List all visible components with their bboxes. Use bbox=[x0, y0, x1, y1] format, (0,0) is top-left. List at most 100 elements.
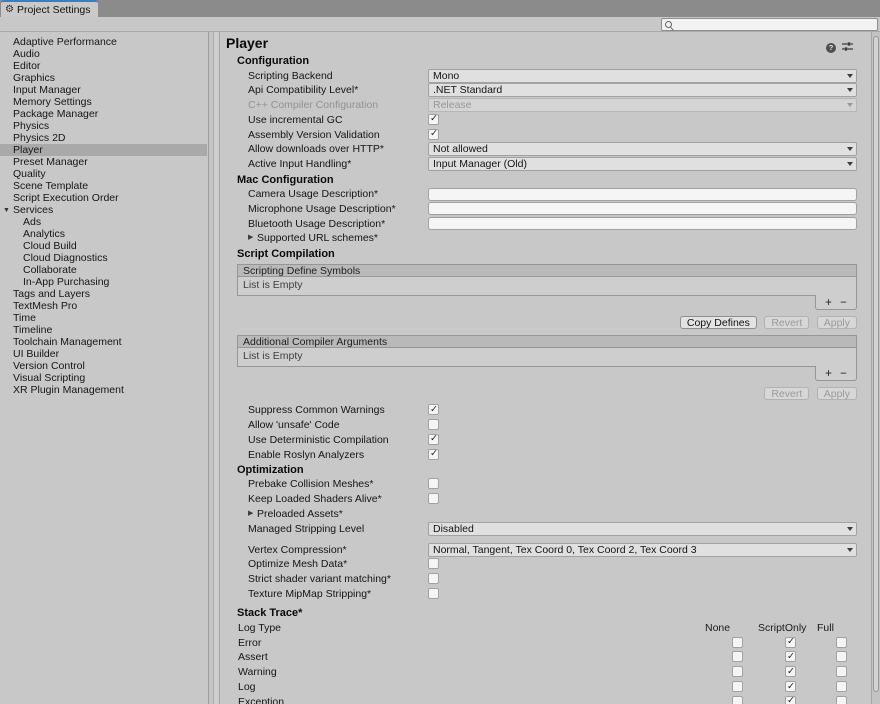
microphone-usage-description-input[interactable] bbox=[428, 202, 857, 215]
dropdown-arrow-icon bbox=[847, 548, 853, 552]
texture-mipmap-stripping-checkbox[interactable] bbox=[428, 588, 439, 599]
revert-button[interactable]: Revert bbox=[764, 387, 809, 400]
optimize-mesh-data-checkbox[interactable] bbox=[428, 558, 439, 569]
list-add-remove-box: +− bbox=[815, 295, 857, 310]
sidebar-item-tags-and-layers[interactable]: Tags and Layers bbox=[0, 288, 207, 300]
stacktrace-exception-scriptonly-checkbox[interactable] bbox=[785, 696, 796, 704]
sidebar-item-physics-2d[interactable]: Physics 2D bbox=[0, 132, 207, 144]
managed-stripping-level-dropdown[interactable]: Disabled bbox=[428, 522, 857, 536]
foldout-triangle-icon[interactable]: ▶ bbox=[248, 233, 253, 241]
allow-unsafe-code-checkbox[interactable] bbox=[428, 419, 439, 430]
setting-label: Allow 'unsafe' Code bbox=[248, 419, 340, 431]
sidebar-item-collaborate[interactable]: Collaborate bbox=[0, 264, 207, 276]
sidebar-item-visual-scripting[interactable]: Visual Scripting bbox=[0, 372, 207, 384]
sidebar-item-preset-manager[interactable]: Preset Manager bbox=[0, 156, 207, 168]
cpp-compiler-configuration-dropdown: Release bbox=[428, 98, 857, 112]
setting-row: Enable Roslyn Analyzers bbox=[221, 447, 871, 462]
sidebar-item-time[interactable]: Time bbox=[0, 312, 207, 324]
foldout-triangle-icon[interactable]: ▶ bbox=[248, 509, 253, 517]
prebake-collision-meshes-checkbox[interactable] bbox=[428, 478, 439, 489]
remove-button[interactable]: − bbox=[836, 297, 851, 310]
active-input-handling-dropdown[interactable]: Input Manager (Old) bbox=[428, 157, 857, 171]
keep-loaded-shaders-alive-checkbox[interactable] bbox=[428, 493, 439, 504]
sidebar-item-xr-plugin-management[interactable]: XR Plugin Management bbox=[0, 384, 207, 396]
sidebar-item-in-app-purchasing[interactable]: In-App Purchasing bbox=[0, 276, 207, 288]
add-button[interactable]: + bbox=[821, 368, 836, 381]
camera-usage-description-input[interactable] bbox=[428, 188, 857, 201]
sidebar-item-toolchain-management[interactable]: Toolchain Management bbox=[0, 336, 207, 348]
setting-row: Use incremental GC bbox=[221, 112, 871, 127]
scrollbar-thumb[interactable] bbox=[873, 36, 879, 692]
stacktrace-exception-full-checkbox[interactable] bbox=[836, 696, 847, 704]
enable-roslyn-analyzers-checkbox[interactable] bbox=[428, 449, 439, 460]
sidebar-item-services[interactable]: ▼Services bbox=[0, 204, 207, 216]
sidebar-item-timeline[interactable]: Timeline bbox=[0, 324, 207, 336]
sidebar-item-adaptive-performance[interactable]: Adaptive Performance bbox=[0, 36, 207, 48]
suppress-common-warnings-checkbox[interactable] bbox=[428, 404, 439, 415]
sidebar-item-script-execution-order[interactable]: Script Execution Order bbox=[0, 192, 207, 204]
sidebar-item-ads[interactable]: Ads bbox=[0, 216, 207, 228]
sidebar-splitter[interactable] bbox=[207, 32, 221, 704]
sidebar-item-cloud-build[interactable]: Cloud Build bbox=[0, 240, 207, 252]
sidebar-item-physics[interactable]: Physics bbox=[0, 120, 207, 132]
stacktrace-assert-none-checkbox[interactable] bbox=[732, 651, 743, 662]
copy-defines-button[interactable]: Copy Defines bbox=[680, 316, 757, 329]
stacktrace-warning-full-checkbox[interactable] bbox=[836, 666, 847, 677]
sidebar-item-ui-builder[interactable]: UI Builder bbox=[0, 348, 207, 360]
search-input[interactable] bbox=[677, 19, 867, 28]
setting-label: Prebake Collision Meshes* bbox=[248, 478, 373, 490]
list-empty-message: List is Empty bbox=[237, 348, 857, 367]
allow-downloads-over-http-dropdown[interactable]: Not allowed bbox=[428, 142, 857, 156]
sidebar-item-player[interactable]: Player bbox=[0, 144, 207, 156]
section-header-stack-trace: Stack Trace* bbox=[221, 607, 871, 620]
vertex-compression-dropdown[interactable]: Normal, Tangent, Tex Coord 0, Tex Coord … bbox=[428, 543, 857, 557]
search-field[interactable] bbox=[661, 18, 878, 31]
sidebar-item-package-manager[interactable]: Package Manager bbox=[0, 108, 207, 120]
sidebar-item-cloud-diagnostics[interactable]: Cloud Diagnostics bbox=[0, 252, 207, 264]
apply-button[interactable]: Apply bbox=[817, 387, 857, 400]
use-incremental-gc-checkbox[interactable] bbox=[428, 114, 439, 125]
stacktrace-error-full-checkbox[interactable] bbox=[836, 637, 847, 648]
use-deterministic-compilation-checkbox[interactable] bbox=[428, 434, 439, 445]
sidebar-item-textmesh-pro[interactable]: TextMesh Pro bbox=[0, 300, 207, 312]
log-type-label: Log Type bbox=[238, 622, 281, 634]
revert-button[interactable]: Revert bbox=[764, 316, 809, 329]
sidebar-item-graphics[interactable]: Graphics bbox=[0, 72, 207, 84]
add-button[interactable]: + bbox=[821, 297, 836, 310]
stacktrace-assert-full-checkbox[interactable] bbox=[836, 651, 847, 662]
apply-button[interactable]: Apply bbox=[817, 316, 857, 329]
sidebar-item-analytics[interactable]: Analytics bbox=[0, 228, 207, 240]
sidebar-item-version-control[interactable]: Version Control bbox=[0, 360, 207, 372]
preloaded-assets-foldout[interactable]: Preloaded Assets* bbox=[257, 508, 343, 520]
stacktrace-warning-scriptonly-checkbox[interactable] bbox=[785, 666, 796, 677]
stacktrace-error-scriptonly-checkbox[interactable] bbox=[785, 637, 796, 648]
strict-shader-variant-matching-checkbox[interactable] bbox=[428, 573, 439, 584]
stacktrace-assert-scriptonly-checkbox[interactable] bbox=[785, 651, 796, 662]
remove-button[interactable]: − bbox=[836, 368, 851, 381]
stacktrace-log-none-checkbox[interactable] bbox=[732, 681, 743, 692]
tab-project-settings[interactable]: ⚙ Project Settings bbox=[1, 0, 98, 17]
section-header-mac-configuration: Mac Configuration bbox=[221, 174, 871, 187]
preset-sliders-icon[interactable] bbox=[842, 39, 853, 57]
stacktrace-warning-none-checkbox[interactable] bbox=[732, 666, 743, 677]
sidebar-item-quality[interactable]: Quality bbox=[0, 168, 207, 180]
scripting-backend-dropdown[interactable]: Mono bbox=[428, 69, 857, 83]
sidebar-item-audio[interactable]: Audio bbox=[0, 48, 207, 60]
stacktrace-log-full-checkbox[interactable] bbox=[836, 681, 847, 692]
setting-row: Prebake Collision Meshes* bbox=[221, 477, 871, 492]
sidebar-item-memory-settings[interactable]: Memory Settings bbox=[0, 96, 207, 108]
assembly-version-validation-checkbox[interactable] bbox=[428, 129, 439, 140]
dropdown-value: Normal, Tangent, Tex Coord 0, Tex Coord … bbox=[433, 544, 697, 556]
supported-url-schemes-foldout[interactable]: Supported URL schemes* bbox=[257, 232, 378, 244]
stacktrace-exception-none-checkbox[interactable] bbox=[732, 696, 743, 704]
vertical-scrollbar[interactable] bbox=[871, 32, 880, 704]
bluetooth-usage-description-input[interactable] bbox=[428, 217, 857, 230]
setting-row: ▶ Preloaded Assets* bbox=[221, 507, 871, 522]
help-icon[interactable]: ? bbox=[826, 43, 836, 53]
stacktrace-error-none-checkbox[interactable] bbox=[732, 637, 743, 648]
sidebar-item-input-manager[interactable]: Input Manager bbox=[0, 84, 207, 96]
stacktrace-log-scriptonly-checkbox[interactable] bbox=[785, 681, 796, 692]
sidebar-item-scene-template[interactable]: Scene Template bbox=[0, 180, 207, 192]
api-compatibility-level-dropdown[interactable]: .NET Standard bbox=[428, 83, 857, 97]
sidebar-item-editor[interactable]: Editor bbox=[0, 60, 207, 72]
